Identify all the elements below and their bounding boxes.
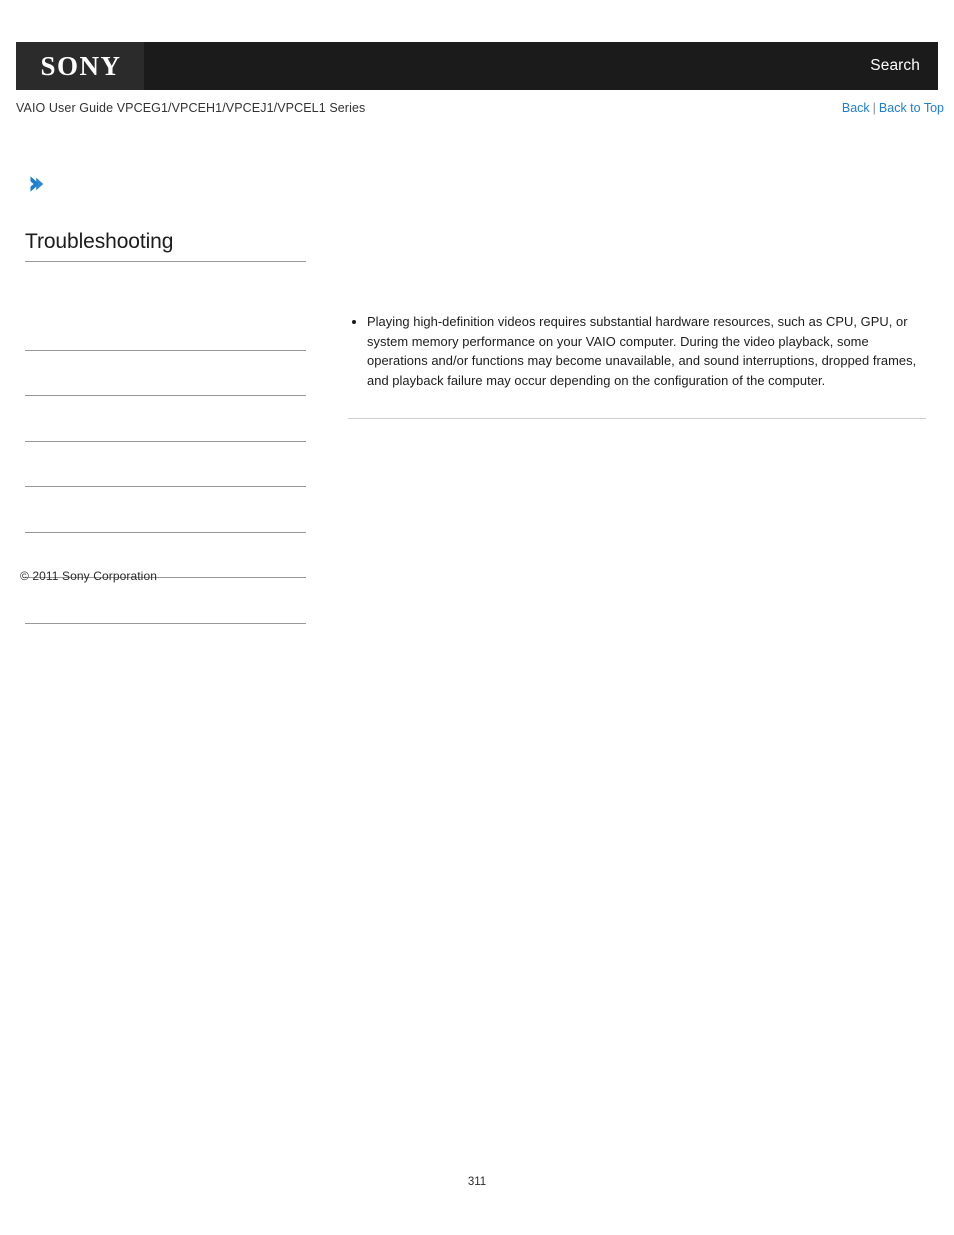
back-to-top-link[interactable]: Back to Top (879, 101, 944, 115)
back-link[interactable]: Back (842, 101, 870, 115)
page-number: 311 (467, 1176, 487, 1188)
link-separator: | (872, 101, 876, 115)
sidebar-item-2[interactable] (25, 351, 306, 396)
site-header: SONY Search (16, 42, 938, 90)
utility-row: VAIO User Guide VPCEG1/VPCEH1/VPCEJ1/VPC… (16, 101, 944, 115)
sidebar-item-5[interactable] (25, 487, 306, 533)
guide-title: VAIO User Guide VPCEG1/VPCEH1/VPCEJ1/VPC… (16, 101, 366, 115)
search-button[interactable]: Search (870, 57, 938, 75)
chevron-right-icon[interactable] (25, 173, 47, 195)
sidebar-item-4[interactable] (25, 442, 306, 487)
utility-links: Back | Back to Top (842, 101, 944, 115)
page-title: Troubleshooting (25, 230, 306, 262)
main-content: Playing high-definition videos requires … (348, 312, 926, 427)
sony-logo-text: SONY (40, 50, 122, 81)
sony-logo[interactable]: SONY (16, 42, 144, 90)
copyright-notice: © 2011 Sony Corporation (20, 569, 158, 583)
list-item: Playing high-definition videos requires … (367, 312, 926, 390)
notes-list: Playing high-definition videos requires … (348, 312, 926, 390)
content-divider (348, 418, 926, 420)
sidebar-item-7[interactable] (25, 578, 306, 624)
sidebar-item-3[interactable] (25, 396, 306, 442)
sidebar-item-1[interactable] (25, 305, 306, 351)
